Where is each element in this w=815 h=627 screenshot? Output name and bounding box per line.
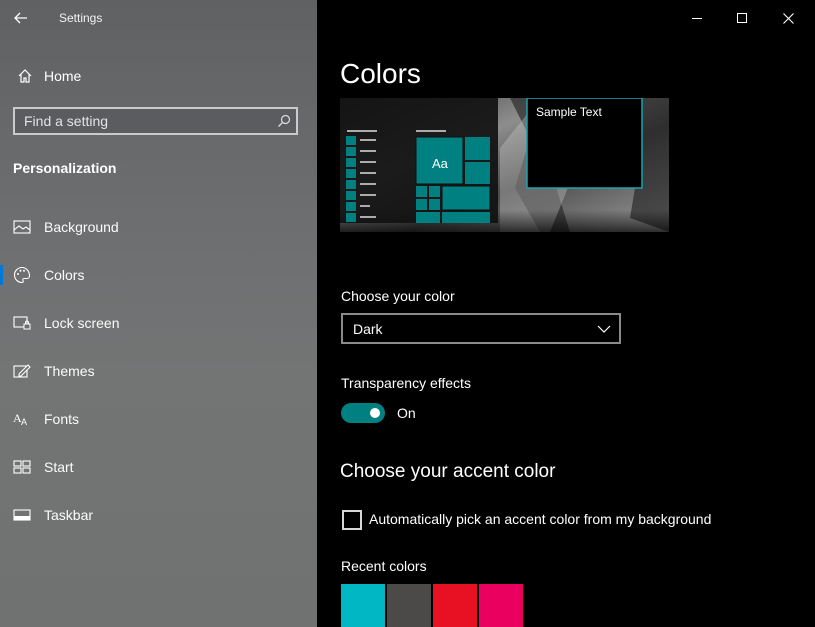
selection-indicator	[0, 265, 3, 285]
recent-colors-label: Recent colors	[341, 558, 427, 574]
fonts-icon: AA	[12, 409, 32, 429]
main-panel: Colors Aa Sample Text Choose your color …	[317, 0, 815, 627]
sidebar-item-taskbar[interactable]: Taskbar	[0, 498, 317, 532]
svg-text:A: A	[21, 417, 27, 427]
accent-heading: Choose your accent color	[340, 461, 556, 482]
page-title: Colors	[340, 58, 421, 89]
choose-color-dropdown[interactable]: Dark	[341, 313, 621, 344]
preview-sample-text: Sample Text	[536, 105, 602, 119]
chevron-down-icon	[597, 325, 611, 333]
sidebar-item-lock-screen[interactable]: Lock screen	[0, 306, 317, 340]
minimize-icon	[692, 18, 702, 19]
recent-color-swatch[interactable]	[341, 584, 385, 627]
taskbar-icon	[12, 505, 32, 525]
sidebar-item-themes[interactable]: Themes	[0, 354, 317, 388]
recent-color-swatch[interactable]	[387, 584, 431, 627]
sidebar-item-start[interactable]: Start	[0, 450, 317, 484]
back-arrow-icon	[14, 12, 27, 24]
sidebar-item-label: Start	[44, 459, 74, 475]
transparency-toggle[interactable]	[341, 403, 385, 423]
search-box	[13, 107, 298, 135]
preview-tile-text: Aa	[432, 156, 449, 171]
recent-color-swatch[interactable]	[433, 584, 477, 627]
home-icon	[12, 68, 38, 84]
auto-accent-label: Automatically pick an accent color from …	[369, 511, 712, 527]
choose-color-value: Dark	[353, 320, 383, 337]
lock-screen-icon	[12, 313, 32, 333]
choose-color-label: Choose your color	[341, 288, 455, 304]
sidebar-item-label: Themes	[44, 363, 95, 379]
close-button[interactable]	[765, 2, 811, 34]
palette-icon	[12, 265, 32, 285]
maximize-button[interactable]	[719, 2, 765, 34]
search-icon[interactable]	[272, 114, 296, 128]
preview-image: Aa Sample Text	[340, 98, 669, 232]
app-title: Settings	[59, 11, 103, 25]
nav-home[interactable]: Home	[10, 63, 300, 89]
sidebar-item-label: Background	[44, 219, 119, 235]
nav-home-label: Home	[44, 68, 82, 84]
back-button[interactable]	[8, 6, 34, 30]
start-icon	[12, 457, 32, 477]
transparency-label: Transparency effects	[341, 375, 471, 391]
auto-accent-checkbox[interactable]	[342, 510, 362, 530]
themes-icon	[12, 361, 32, 381]
close-icon	[782, 12, 794, 24]
picture-icon	[12, 217, 32, 237]
transparency-state: On	[397, 405, 416, 421]
sidebar: Settings Home Personalization Background…	[0, 0, 317, 627]
sidebar-item-fonts[interactable]: AA Fonts	[0, 402, 317, 436]
section-title: Personalization	[13, 160, 117, 176]
sidebar-item-label: Lock screen	[44, 315, 120, 331]
minimize-button[interactable]	[674, 2, 720, 34]
sidebar-item-label: Fonts	[44, 411, 80, 427]
toggle-knob	[370, 408, 380, 418]
sidebar-item-background[interactable]: Background	[0, 210, 317, 244]
recent-color-swatch[interactable]	[479, 584, 523, 627]
search-input[interactable]	[15, 112, 272, 130]
sidebar-item-colors[interactable]: Colors	[0, 258, 317, 292]
theme-preview: Aa Sample Text	[340, 98, 669, 232]
maximize-icon	[737, 13, 747, 23]
sidebar-item-label: Taskbar	[44, 507, 94, 523]
sidebar-item-label: Colors	[44, 267, 85, 283]
